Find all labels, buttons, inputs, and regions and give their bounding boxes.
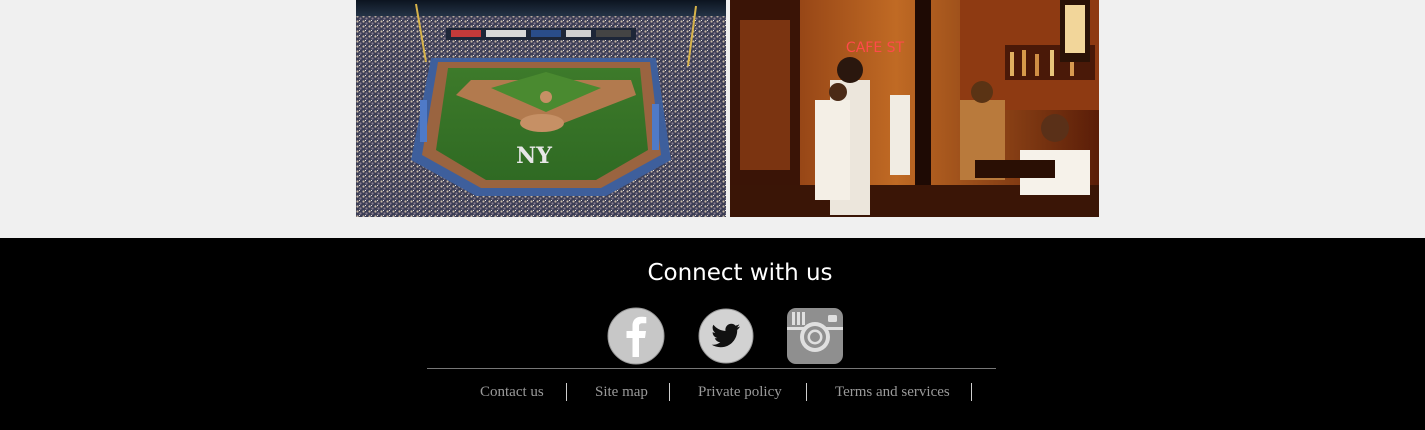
contact-us-link[interactable]: Contact us — [480, 382, 544, 402]
footer-title: Connect with us — [647, 260, 833, 286]
restaurant-neon-sign: CAFE ST — [846, 40, 905, 56]
photo-strip: NY CAFE ST — [356, 0, 1099, 217]
link-separator — [566, 383, 567, 401]
restaurant-photo: CAFE ST — [730, 0, 1099, 217]
site-map-link[interactable]: Site map — [595, 382, 648, 402]
stadium-photo: NY — [356, 0, 726, 217]
twitter-icon — [698, 308, 754, 364]
private-policy-link[interactable]: Private policy — [698, 382, 782, 402]
link-separator — [806, 383, 807, 401]
link-separator — [971, 383, 972, 401]
twitter-link[interactable] — [697, 307, 755, 365]
facebook-link[interactable] — [607, 307, 665, 365]
site-footer: Connect with us Contact us Site map Priv… — [0, 238, 1425, 430]
facebook-icon — [607, 307, 665, 365]
instagram-icon — [787, 308, 843, 364]
svg-text:NY: NY — [516, 143, 552, 169]
footer-divider — [427, 368, 996, 369]
terms-and-services-link[interactable]: Terms and services — [835, 382, 950, 402]
instagram-link[interactable] — [786, 307, 844, 365]
link-separator — [669, 383, 670, 401]
footer-links: Contact us Site map Private policy Terms… — [0, 382, 1425, 402]
